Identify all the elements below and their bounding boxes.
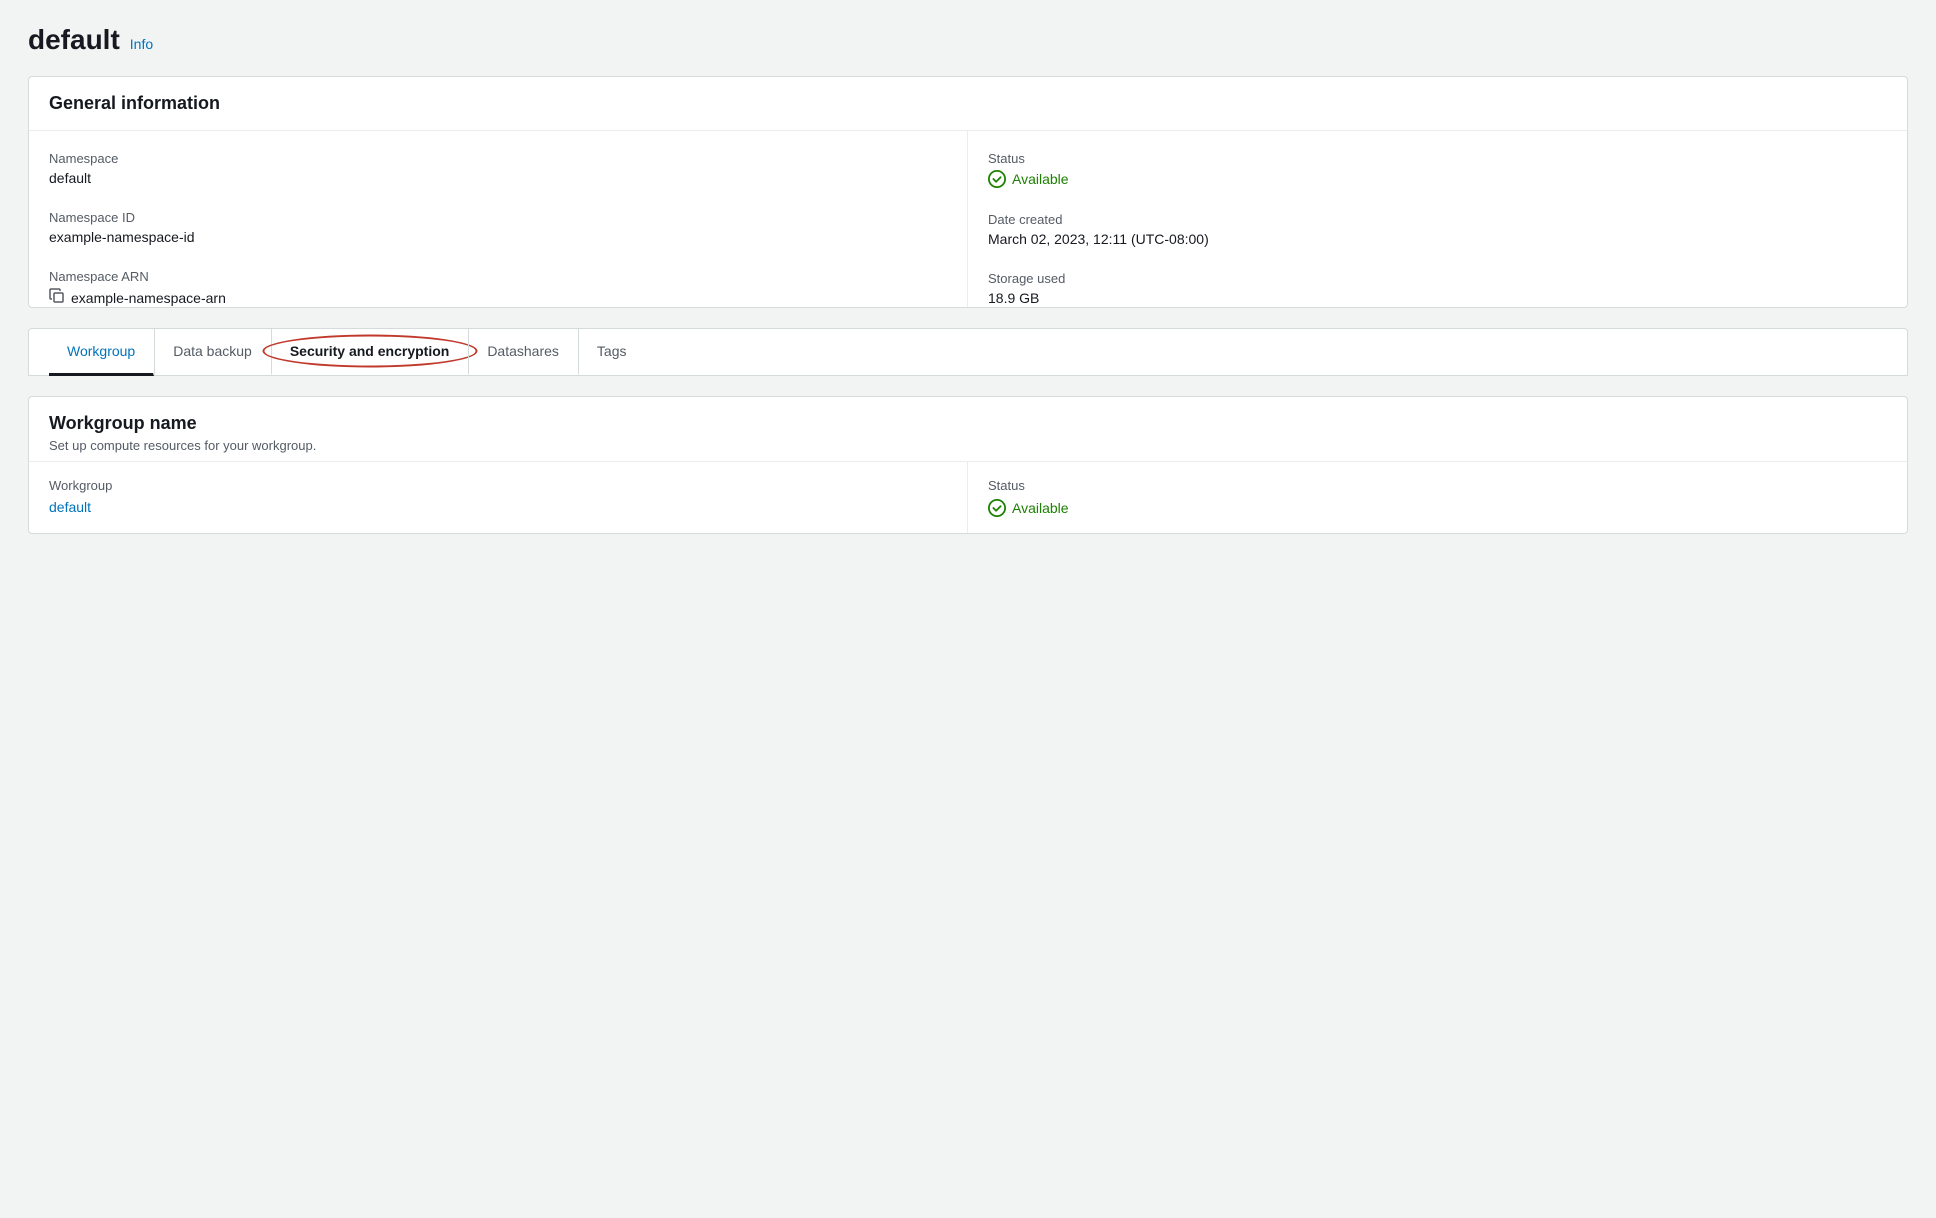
- status-value: Available: [988, 170, 1887, 188]
- workgroup-status-col: Status Available: [968, 462, 1907, 533]
- page-title: default: [28, 24, 120, 56]
- workgroup-status-label: Status: [988, 478, 1887, 493]
- info-right-col: Status Available Date created March 02, …: [968, 131, 1907, 307]
- namespace-value: default: [49, 170, 947, 186]
- date-created-label: Date created: [988, 212, 1887, 227]
- workgroup-card-subtitle: Set up compute resources for your workgr…: [49, 438, 1887, 453]
- storage-used-label: Storage used: [988, 271, 1887, 286]
- tabs-bar: Workgroup Data backup Security and encry…: [28, 328, 1908, 376]
- date-created-item: Date created March 02, 2023, 12:11 (UTC-…: [988, 212, 1887, 247]
- storage-used-item: Storage used 18.9 GB: [988, 271, 1887, 306]
- info-link[interactable]: Info: [130, 36, 153, 52]
- status-label: Status: [988, 151, 1887, 166]
- workgroup-col-value[interactable]: default: [49, 499, 91, 515]
- namespace-arn-item: Namespace ARN example-namespace-arn: [49, 269, 947, 307]
- status-check-icon: [988, 170, 1006, 188]
- copy-icon[interactable]: [49, 288, 65, 307]
- workgroup-col-label: Workgroup: [49, 478, 947, 493]
- namespace-id-label: Namespace ID: [49, 210, 947, 225]
- namespace-arn-label: Namespace ARN: [49, 269, 947, 284]
- workgroup-card: Workgroup name Set up compute resources …: [28, 396, 1908, 534]
- tab-datashares[interactable]: Datashares: [468, 329, 578, 376]
- page-header: default Info: [28, 24, 1908, 56]
- storage-used-value: 18.9 GB: [988, 290, 1887, 306]
- tab-security-encryption[interactable]: Security and encryption: [271, 329, 468, 376]
- workgroup-table: Workgroup default Status Available: [29, 461, 1907, 533]
- namespace-arn-value: example-namespace-arn: [71, 290, 226, 306]
- namespace-item: Namespace default: [49, 151, 947, 186]
- workgroup-col: Workgroup default: [29, 462, 968, 533]
- namespace-label: Namespace: [49, 151, 947, 166]
- workgroup-card-header: Workgroup name Set up compute resources …: [29, 397, 1907, 461]
- tab-data-backup[interactable]: Data backup: [154, 329, 271, 376]
- arn-row: example-namespace-arn: [49, 288, 947, 307]
- tab-workgroup[interactable]: Workgroup: [49, 329, 154, 376]
- namespace-id-item: Namespace ID example-namespace-id: [49, 210, 947, 245]
- general-info-grid: Namespace default Namespace ID example-n…: [29, 131, 1907, 307]
- workgroup-card-title: Workgroup name: [49, 413, 1887, 434]
- date-created-value: March 02, 2023, 12:11 (UTC-08:00): [988, 231, 1887, 247]
- tab-tags[interactable]: Tags: [578, 329, 646, 376]
- general-info-card: General information Namespace default Na…: [28, 76, 1908, 308]
- workgroup-status-value: Available: [988, 499, 1887, 517]
- namespace-id-value: example-namespace-id: [49, 229, 947, 245]
- general-info-header: General information: [29, 77, 1907, 131]
- info-left-col: Namespace default Namespace ID example-n…: [29, 131, 968, 307]
- workgroup-status-check-icon: [988, 499, 1006, 517]
- status-item: Status Available: [988, 151, 1887, 188]
- general-info-title: General information: [49, 93, 1887, 114]
